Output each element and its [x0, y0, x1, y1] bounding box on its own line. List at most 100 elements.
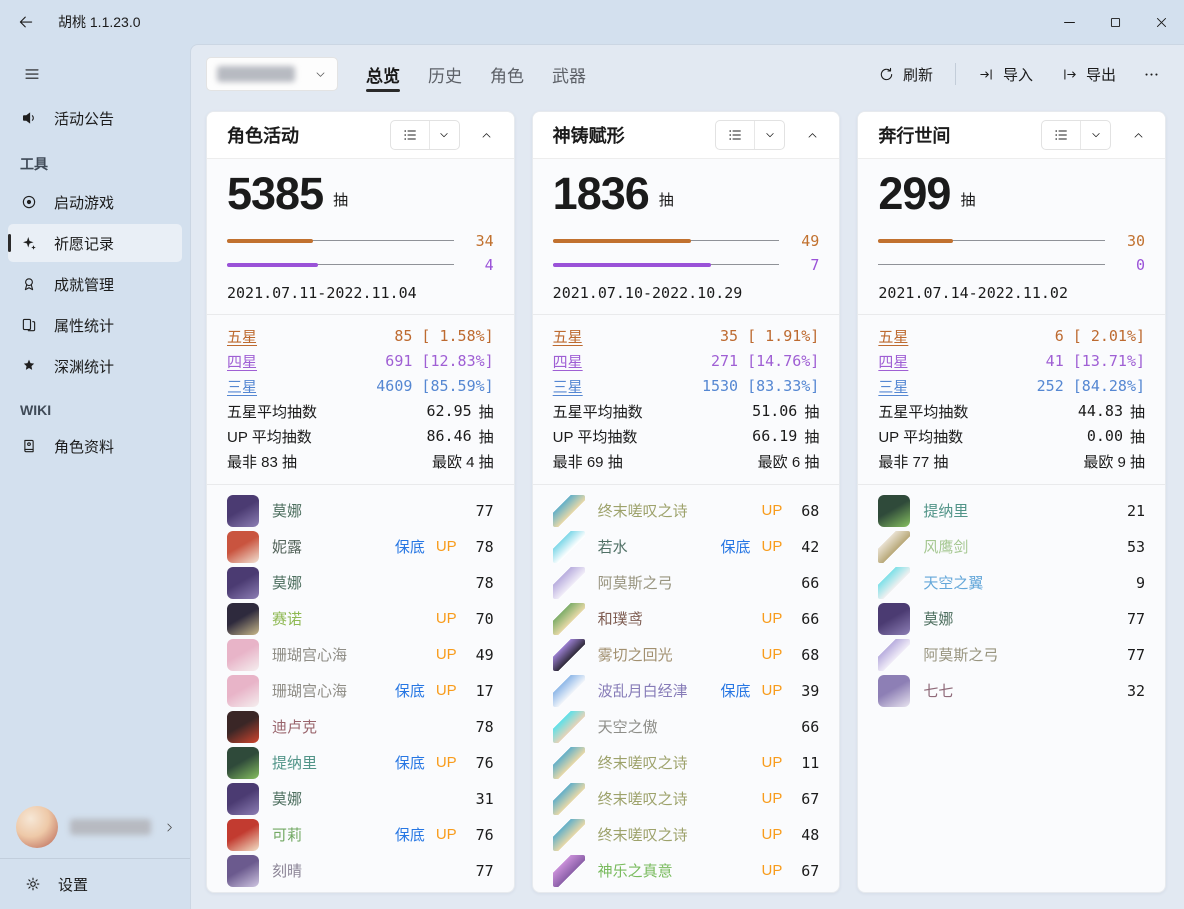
item-name: 终末嗟叹之诗: [598, 500, 688, 521]
list-item: 雾切之回光UP68: [553, 637, 820, 673]
list-item: 提纳里保底UP76: [227, 745, 494, 781]
list-view-button[interactable]: [716, 121, 754, 149]
sidebar-item-深渊统计[interactable]: 深渊统计: [8, 347, 182, 385]
sidebar-item-角色资料[interactable]: 角色资料: [8, 427, 182, 465]
close-button[interactable]: [1138, 0, 1184, 44]
item-name: 珊瑚宫心海: [272, 644, 347, 665]
weapon-avatar: [553, 675, 585, 707]
settings-label: 设置: [58, 874, 88, 895]
item-name: 提纳里: [272, 752, 317, 773]
minimize-icon: [1062, 15, 1077, 30]
pity-progress-fill: [227, 239, 313, 243]
rarity-count-and-percent: 41 [13.71%]: [1046, 352, 1145, 370]
rarity-label-三星[interactable]: 三星: [553, 376, 583, 397]
rarity-stat-row: 四星 271 [14.76%]: [553, 349, 820, 374]
more-options-button[interactable]: [1132, 57, 1170, 91]
view-mode-control: [390, 120, 460, 150]
back-button[interactable]: [6, 4, 46, 40]
rarity-label-四星[interactable]: 四星: [227, 351, 257, 372]
worst-pull-text: 最非 69 抽: [553, 451, 623, 472]
item-badges-and-count: UP66: [762, 610, 820, 628]
item-name: 阿莫斯之弓: [923, 644, 998, 665]
rarity-stat-row: 三星1530 [83.33%]: [553, 374, 820, 399]
rarity-label-五星[interactable]: 五星: [878, 326, 908, 347]
chevron-down-icon: [764, 129, 776, 141]
account-row[interactable]: [0, 796, 190, 858]
maximize-button[interactable]: [1092, 0, 1138, 44]
sidebar-section-header: WIKI: [0, 388, 190, 424]
item-pull-count: 21: [1119, 502, 1145, 520]
rarity-count-and-percent: 35 [ 1.91%]: [720, 327, 819, 345]
view-mode-dropdown-button[interactable]: [1080, 121, 1110, 149]
item-badges-and-count: 21: [1119, 502, 1145, 520]
tab-武器[interactable]: 武器: [542, 49, 596, 99]
tab-角色[interactable]: 角色: [480, 49, 534, 99]
view-mode-dropdown-button[interactable]: [754, 121, 784, 149]
tab-label: 角色: [490, 62, 524, 87]
sidebar-item-活动公告[interactable]: 活动公告: [8, 99, 182, 137]
sidebar-item-启动游戏[interactable]: 启动游戏: [8, 183, 182, 221]
item-badges-and-count: UP67: [762, 790, 820, 808]
list-item: 阿莫斯之弓66: [553, 565, 820, 601]
rarity-label-五星[interactable]: 五星: [553, 326, 583, 347]
pool-card-角色活动: 角色活动5385抽3442021.07.11-2022.11.04五星85 [ …: [206, 111, 515, 893]
item-badges-and-count: 保底UP78: [395, 536, 494, 557]
pity-value: 4: [464, 256, 494, 274]
item-badges-and-count: 77: [468, 862, 494, 880]
minimize-button[interactable]: [1046, 0, 1092, 44]
weapon-avatar: [878, 531, 910, 563]
rarity-label-三星[interactable]: 三星: [227, 376, 257, 397]
sidebar-item-祈愿记录[interactable]: 祈愿记录: [8, 224, 182, 262]
rarity-label-五星[interactable]: 五星: [227, 326, 257, 347]
average-stat-row: UP 平均抽数86.46抽: [227, 424, 494, 449]
extremes-row: 最非 83 抽最欧 4 抽: [227, 449, 494, 474]
item-pull-count: 11: [793, 754, 819, 772]
刷新-button[interactable]: 刷新: [866, 57, 945, 92]
list-view-button[interactable]: [391, 121, 429, 149]
sidebar-item-label: 深渊统计: [54, 356, 114, 377]
list-view-button[interactable]: [1042, 121, 1080, 149]
weapon-avatar: [553, 819, 585, 851]
uid-selector[interactable]: [206, 57, 338, 91]
total-pulls: 299抽: [878, 169, 1145, 219]
view-mode-dropdown-button[interactable]: [429, 121, 459, 149]
item-name: 若水: [598, 536, 628, 557]
导出-button[interactable]: 导出: [1049, 57, 1128, 92]
collapse-card-button[interactable]: [1123, 120, 1153, 150]
weapon-avatar: [553, 783, 585, 815]
tab-总览[interactable]: 总览: [356, 49, 410, 99]
nav-toggle-button[interactable]: [12, 56, 52, 92]
average-stat-row: UP 平均抽数0.00抽: [878, 424, 1145, 449]
item-pull-count: 70: [468, 610, 494, 628]
pool-card-奔行世间: 奔行世间299抽3002021.07.14-2022.11.02五星6 [ 2.…: [857, 111, 1166, 893]
chevron-up-icon: [480, 129, 493, 142]
item-name: 莫娜: [272, 500, 302, 521]
average-value: 51.06: [752, 402, 797, 420]
rarity-label-三星[interactable]: 三星: [878, 376, 908, 397]
up-badge: UP: [762, 862, 783, 879]
rarity-count-and-percent: 4609 [85.59%]: [376, 377, 493, 395]
total-pulls-value: 5385: [227, 169, 323, 219]
tab-历史[interactable]: 历史: [418, 49, 472, 99]
item-badges-and-count: 66: [793, 574, 819, 592]
list-item: 莫娜77: [878, 601, 1145, 637]
collapse-card-button[interactable]: [472, 120, 502, 150]
card-stats: 五星 35 [ 1.91%] 四星 271 [14.76%] 三星1530 [83.33…: [533, 314, 840, 484]
rarity-label-四星[interactable]: 四星: [878, 351, 908, 372]
sidebar-item-属性统计[interactable]: 属性统计: [8, 306, 182, 344]
average-value: 62.95: [427, 402, 472, 420]
collapse-card-button[interactable]: [797, 120, 827, 150]
card-header: 神铸赋形: [533, 112, 840, 159]
weapon-avatar: [553, 639, 585, 671]
sidebar-item-成就管理[interactable]: 成就管理: [8, 265, 182, 303]
main-panel: 总览历史角色武器 刷新导入导出 角色活动5385抽3442021.07.11-2…: [190, 44, 1184, 909]
rarity-count-and-percent: 252 [84.28%]: [1037, 377, 1145, 395]
list-item: 阿莫斯之弓77: [878, 637, 1145, 673]
rarity-label-四星[interactable]: 四星: [553, 351, 583, 372]
average-label: UP 平均抽数: [553, 426, 638, 447]
total-pulls-unit: 抽: [333, 189, 348, 219]
rarity-count-and-percent: 271 [14.76%]: [711, 352, 819, 370]
导入-button[interactable]: 导入: [966, 57, 1045, 92]
settings-button[interactable]: 设置: [0, 859, 190, 909]
sidebar-section-header: 工具: [0, 140, 190, 180]
